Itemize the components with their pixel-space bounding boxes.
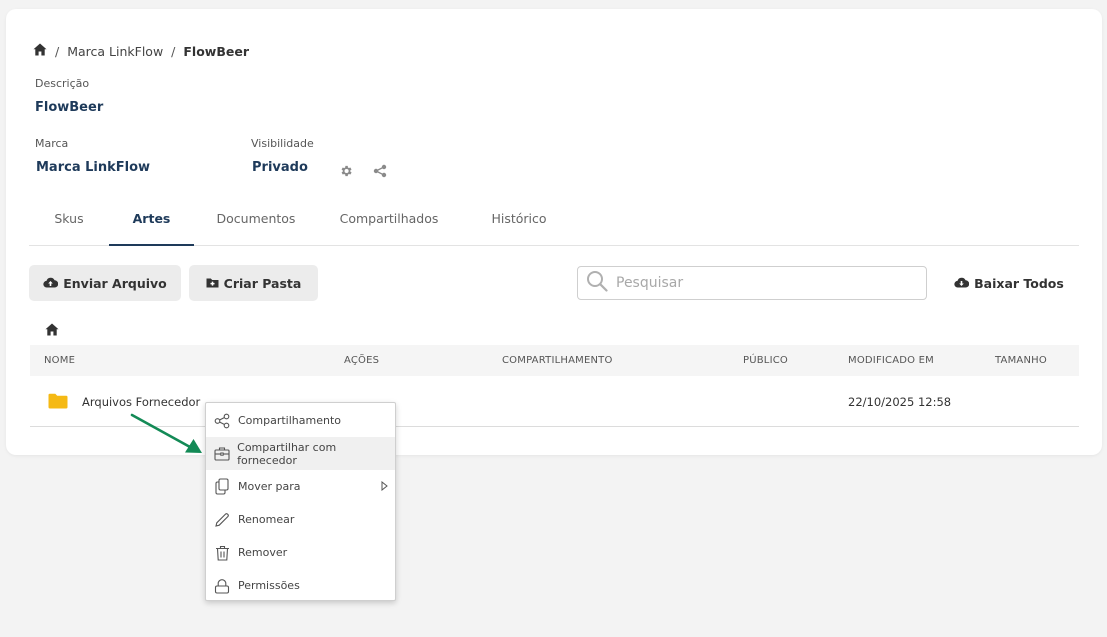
tab-artes[interactable]: Artes	[109, 205, 194, 246]
tab-historico[interactable]: Histórico	[479, 205, 559, 246]
caret-right-icon	[381, 480, 388, 494]
tabs-bar: Skus Artes Documentos Compartilhados His…	[29, 205, 1079, 246]
trash-icon	[206, 545, 238, 561]
row-modified: 22/10/2025 12:58	[848, 395, 952, 409]
menu-item-remover[interactable]: Remover	[206, 536, 395, 569]
download-all-button[interactable]: Baixar Todos	[954, 265, 1064, 301]
search-input[interactable]	[616, 275, 896, 291]
table-header: NOME AÇÕES COMPARTILHAMENTO PÚBLICO MODI…	[30, 345, 1079, 376]
header-modificado[interactable]: MODIFICADO EM	[848, 355, 934, 366]
menu-item-label: Renomear	[238, 513, 295, 526]
briefcase-icon	[206, 446, 237, 461]
upload-button-label: Enviar Arquivo	[63, 275, 167, 291]
gear-icon[interactable]	[339, 163, 353, 182]
menu-item-label: Remover	[238, 546, 288, 559]
share-icon[interactable]	[373, 163, 387, 182]
tab-compartilhados[interactable]: Compartilhados	[334, 205, 444, 246]
annotation-arrow	[130, 413, 202, 453]
row-name[interactable]: Arquivos Fornecedor	[82, 395, 200, 409]
visibilidade-label: Visibilidade	[251, 137, 314, 150]
cloud-upload-icon	[43, 276, 59, 291]
create-folder-label: Criar Pasta	[223, 275, 302, 291]
menu-item-renomear[interactable]: Renomear	[206, 503, 395, 536]
tab-documentos[interactable]: Documentos	[211, 205, 301, 246]
header-nome[interactable]: NOME	[44, 355, 75, 366]
marca-value: Marca LinkFlow	[36, 160, 151, 175]
search-icon	[586, 270, 608, 296]
menu-item-compartilhar-fornecedor[interactable]: Compartilhar com fornecedor	[206, 437, 395, 470]
create-folder-button[interactable]: Criar Pasta	[189, 265, 318, 301]
share-icon	[206, 413, 238, 429]
cloud-download-icon	[954, 276, 970, 291]
folder-home-icon[interactable]	[45, 321, 59, 340]
breadcrumb-separator: /	[171, 43, 176, 59]
download-all-label: Baixar Todos	[974, 275, 1064, 291]
context-menu: Compartilhamento Compartilhar com fornec…	[205, 402, 396, 601]
menu-item-label: Compartilhamento	[238, 414, 342, 427]
breadcrumb-current: FlowBeer	[183, 43, 249, 59]
header-tamanho[interactable]: TAMANHO	[995, 355, 1047, 366]
upload-button[interactable]: Enviar Arquivo	[29, 265, 181, 301]
header-publico: PÚBLICO	[743, 355, 788, 366]
breadcrumb-separator: /	[55, 43, 60, 59]
breadcrumb-marca[interactable]: Marca LinkFlow	[67, 44, 163, 59]
menu-item-permissoes[interactable]: Permissões	[206, 569, 395, 602]
search-box[interactable]	[577, 266, 927, 300]
header-acoes: AÇÕES	[344, 355, 380, 366]
lock-icon	[206, 578, 238, 594]
menu-item-compartilhamento[interactable]: Compartilhamento	[206, 404, 395, 437]
folder-icon	[48, 393, 68, 412]
content-card: / Marca LinkFlow / FlowBeer Descrição Fl…	[6, 9, 1102, 455]
header-compartilhamento: COMPARTILHAMENTO	[502, 355, 613, 366]
pencil-icon	[206, 512, 238, 528]
menu-item-label: Permissões	[238, 579, 300, 592]
copy-icon	[206, 478, 238, 495]
menu-item-label: Compartilhar com fornecedor	[237, 440, 337, 467]
menu-item-mover-para[interactable]: Mover para	[206, 470, 395, 503]
descricao-value: FlowBeer	[35, 100, 104, 115]
marca-label: Marca	[35, 137, 69, 150]
menu-item-label: Mover para	[238, 480, 301, 493]
visibilidade-value: Privado	[252, 160, 308, 175]
breadcrumb: / Marca LinkFlow / FlowBeer	[33, 43, 249, 59]
descricao-label: Descrição	[35, 77, 90, 90]
folder-plus-icon	[206, 276, 219, 291]
home-icon[interactable]	[33, 43, 47, 59]
tab-skus[interactable]: Skus	[29, 205, 109, 246]
